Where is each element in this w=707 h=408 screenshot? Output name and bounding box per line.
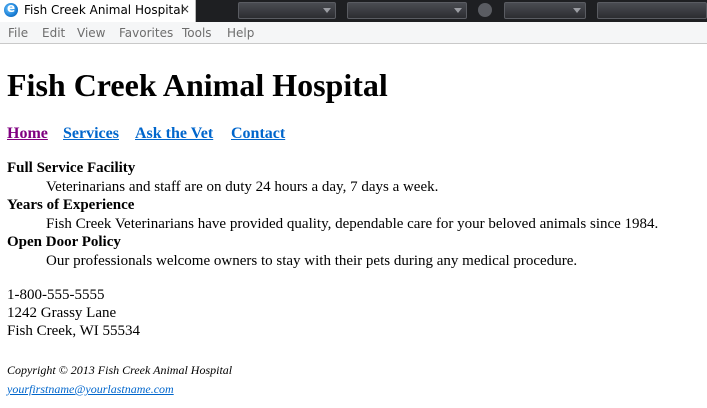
toolbar-dropdown[interactable] — [504, 2, 586, 19]
menu-view[interactable]: View — [77, 26, 105, 40]
email-link[interactable]: yourfirstname@yourlastname.com — [7, 382, 174, 396]
feature-description: Fish Creek Veterinarians have provided q… — [46, 215, 659, 232]
chevron-down-icon — [323, 8, 331, 13]
nav-services-link[interactable]: Services — [63, 125, 119, 143]
contact-address: 1-800-555-5555 1242 Grassy Lane Fish Cre… — [7, 286, 140, 340]
feature-term: Years of Experience — [7, 197, 135, 213]
internet-explorer-icon — [4, 1, 18, 17]
tab-close-icon[interactable]: × — [180, 2, 190, 16]
chevron-down-icon — [573, 8, 581, 13]
tab-title: Fish Creek Animal Hospital — [24, 3, 184, 17]
features-list: Full Service Facility Veterinarians and … — [7, 159, 707, 270]
page-title: Fish Creek Animal Hospital — [7, 67, 388, 103]
feature-description: Veterinarians and staff are on duty 24 h… — [46, 178, 439, 195]
toolbar-dropdown[interactable] — [597, 2, 707, 19]
chevron-down-icon — [454, 8, 462, 13]
menu-favorites[interactable]: Favorites — [119, 26, 173, 40]
menu-help[interactable]: Help — [227, 26, 254, 40]
menu-tools[interactable]: Tools — [182, 26, 212, 40]
nav-home-link[interactable]: Home — [7, 125, 48, 143]
feature-description: Our professionals welcome owners to stay… — [46, 252, 578, 269]
page-content: Fish Creek Animal Hospital Home Services… — [0, 45, 707, 408]
menu-file[interactable]: File — [8, 26, 28, 40]
menu-bar: File Edit View Favorites Tools Help — [0, 22, 707, 44]
feature-term: Full Service Facility — [7, 160, 136, 176]
nav-contact-link[interactable]: Contact — [231, 125, 285, 143]
browser-tab-strip: Fish Creek Animal Hospital × — [0, 0, 707, 22]
toolbar-icon[interactable] — [478, 3, 492, 17]
city-state-zip: Fish Creek, WI 55534 — [7, 323, 141, 339]
nav-ask-the-vet-link[interactable]: Ask the Vet — [135, 125, 213, 143]
street-address: 1242 Grassy Lane — [7, 305, 117, 321]
page-footer: Copyright © 2013 Fish Creek Animal Hospi… — [7, 361, 232, 399]
menu-edit[interactable]: Edit — [42, 26, 65, 40]
toolbar-dropdown[interactable] — [347, 2, 467, 19]
browser-tab[interactable]: Fish Creek Animal Hospital × — [0, 0, 196, 22]
phone-number: 1-800-555-5555 — [7, 287, 105, 303]
copyright-notice: Copyright © 2013 Fish Creek Animal Hospi… — [7, 363, 233, 377]
feature-term: Open Door Policy — [7, 234, 121, 250]
toolbar-dropdown[interactable] — [238, 2, 336, 19]
